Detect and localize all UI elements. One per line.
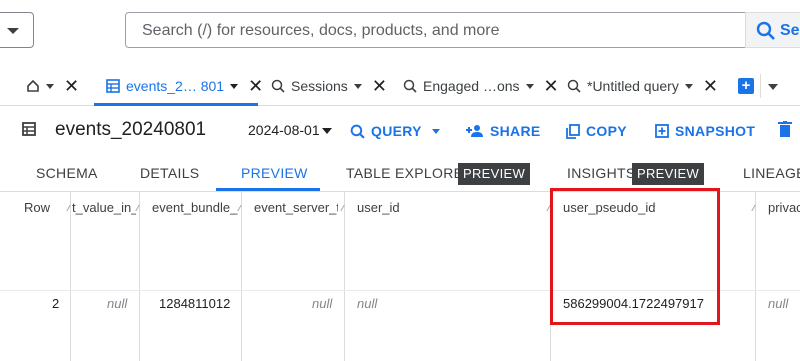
chevron-down-icon	[7, 28, 19, 34]
query-button-label: QUERY	[371, 123, 422, 139]
tab-details[interactable]: DETAILS	[140, 165, 199, 181]
query-button[interactable]: QUERY	[350, 120, 440, 142]
search-icon	[350, 124, 365, 139]
chevron-down-icon[interactable]	[46, 83, 54, 89]
tab-schema[interactable]: SCHEMA	[36, 165, 98, 181]
query-icon	[403, 79, 417, 93]
search-placeholder: Search (/) for resources, docs, products…	[142, 22, 500, 39]
active-tab-indicator	[94, 103, 258, 106]
tab-events-table[interactable]: events_2… 801 ✕	[106, 66, 263, 106]
copy-button[interactable]: COPY	[566, 120, 627, 142]
close-icon[interactable]: ✕	[248, 77, 263, 95]
highlight-box	[550, 188, 720, 325]
home-icon	[27, 79, 39, 92]
search-button-label: Sea	[780, 22, 800, 39]
table-cell[interactable]: null	[768, 296, 788, 311]
delete-icon[interactable]	[778, 121, 792, 138]
share-button-label: SHARE	[490, 123, 541, 139]
column-header[interactable]: user_id	[357, 200, 400, 215]
search-icon	[756, 21, 775, 40]
tab-lineage[interactable]: LINEAGE	[743, 165, 800, 181]
tab-preview[interactable]: PREVIEW	[241, 165, 308, 181]
tab-home[interactable]: ✕	[26, 66, 79, 106]
add-tab-button[interactable]: +	[738, 78, 754, 94]
tab-label: *Untitled query	[587, 78, 679, 94]
close-icon[interactable]: ✕	[703, 77, 718, 95]
close-icon[interactable]: ✕	[544, 77, 559, 95]
table-icon	[22, 122, 36, 136]
page-title: events_20240801	[55, 119, 207, 140]
tab-label: Engaged …ons	[423, 78, 520, 94]
preview-badge: PREVIEW	[458, 163, 531, 185]
chevron-down-icon	[431, 128, 440, 134]
column-header-row: Row	[24, 200, 51, 215]
tab-sessions[interactable]: Sessions ✕	[271, 66, 387, 106]
table-cell[interactable]: null	[357, 296, 377, 311]
column-divider[interactable]	[755, 192, 756, 361]
copy-button-label: COPY	[586, 123, 627, 139]
close-icon[interactable]: ✕	[372, 77, 387, 95]
column-divider[interactable]	[139, 192, 140, 361]
project-picker[interactable]	[0, 12, 34, 48]
tab-label: events_2… 801	[126, 78, 225, 94]
query-icon	[271, 79, 285, 93]
table-icon	[106, 79, 120, 93]
column-header[interactable]: privac	[768, 200, 800, 215]
tab-table-explorer[interactable]: TABLE EXPLORER	[346, 165, 474, 181]
snapshot-icon	[655, 124, 669, 138]
chevron-down-icon[interactable]	[322, 128, 332, 134]
table-cell[interactable]: null	[107, 296, 127, 311]
chevron-down-icon[interactable]	[525, 83, 534, 89]
share-button[interactable]: SHARE	[466, 120, 541, 142]
query-icon	[567, 79, 581, 93]
preview-badge: PREVIEW	[632, 163, 705, 185]
snapshot-button[interactable]: SNAPSHOT	[655, 120, 755, 142]
search-button[interactable]: Sea	[745, 12, 800, 48]
divider	[760, 74, 761, 98]
table-cell[interactable]: 1284811012	[159, 296, 230, 311]
add-person-icon	[466, 125, 483, 137]
tab-insights[interactable]: INSIGHTS	[567, 165, 636, 181]
chevron-down-icon[interactable]	[684, 83, 693, 89]
close-icon[interactable]: ✕	[64, 77, 79, 95]
column-header[interactable]: event_server_tim	[254, 200, 338, 215]
chevron-down-icon[interactable]	[768, 84, 778, 90]
snapshot-button-label: SNAPSHOT	[675, 123, 756, 139]
column-divider[interactable]	[241, 192, 242, 361]
table-cell[interactable]: null	[312, 296, 332, 311]
copy-icon	[566, 123, 580, 139]
tab-engaged[interactable]: Engaged …ons ✕	[403, 66, 559, 106]
active-subtab-indicator	[216, 188, 320, 191]
chevron-down-icon[interactable]	[353, 83, 362, 89]
column-divider[interactable]	[70, 192, 71, 361]
tab-untitled-query[interactable]: *Untitled query ✕	[567, 66, 718, 106]
date-selector[interactable]: 2024-08-01	[248, 122, 320, 138]
column-header[interactable]: event_bundle_se	[152, 200, 238, 215]
column-header[interactable]: t_value_in_u	[72, 200, 136, 215]
column-divider[interactable]	[344, 192, 345, 361]
row-number: 2	[52, 296, 60, 311]
search-input[interactable]: Search (/) for resources, docs, products…	[125, 12, 765, 48]
tab-label: Sessions	[291, 78, 348, 94]
chevron-down-icon[interactable]	[230, 83, 239, 89]
